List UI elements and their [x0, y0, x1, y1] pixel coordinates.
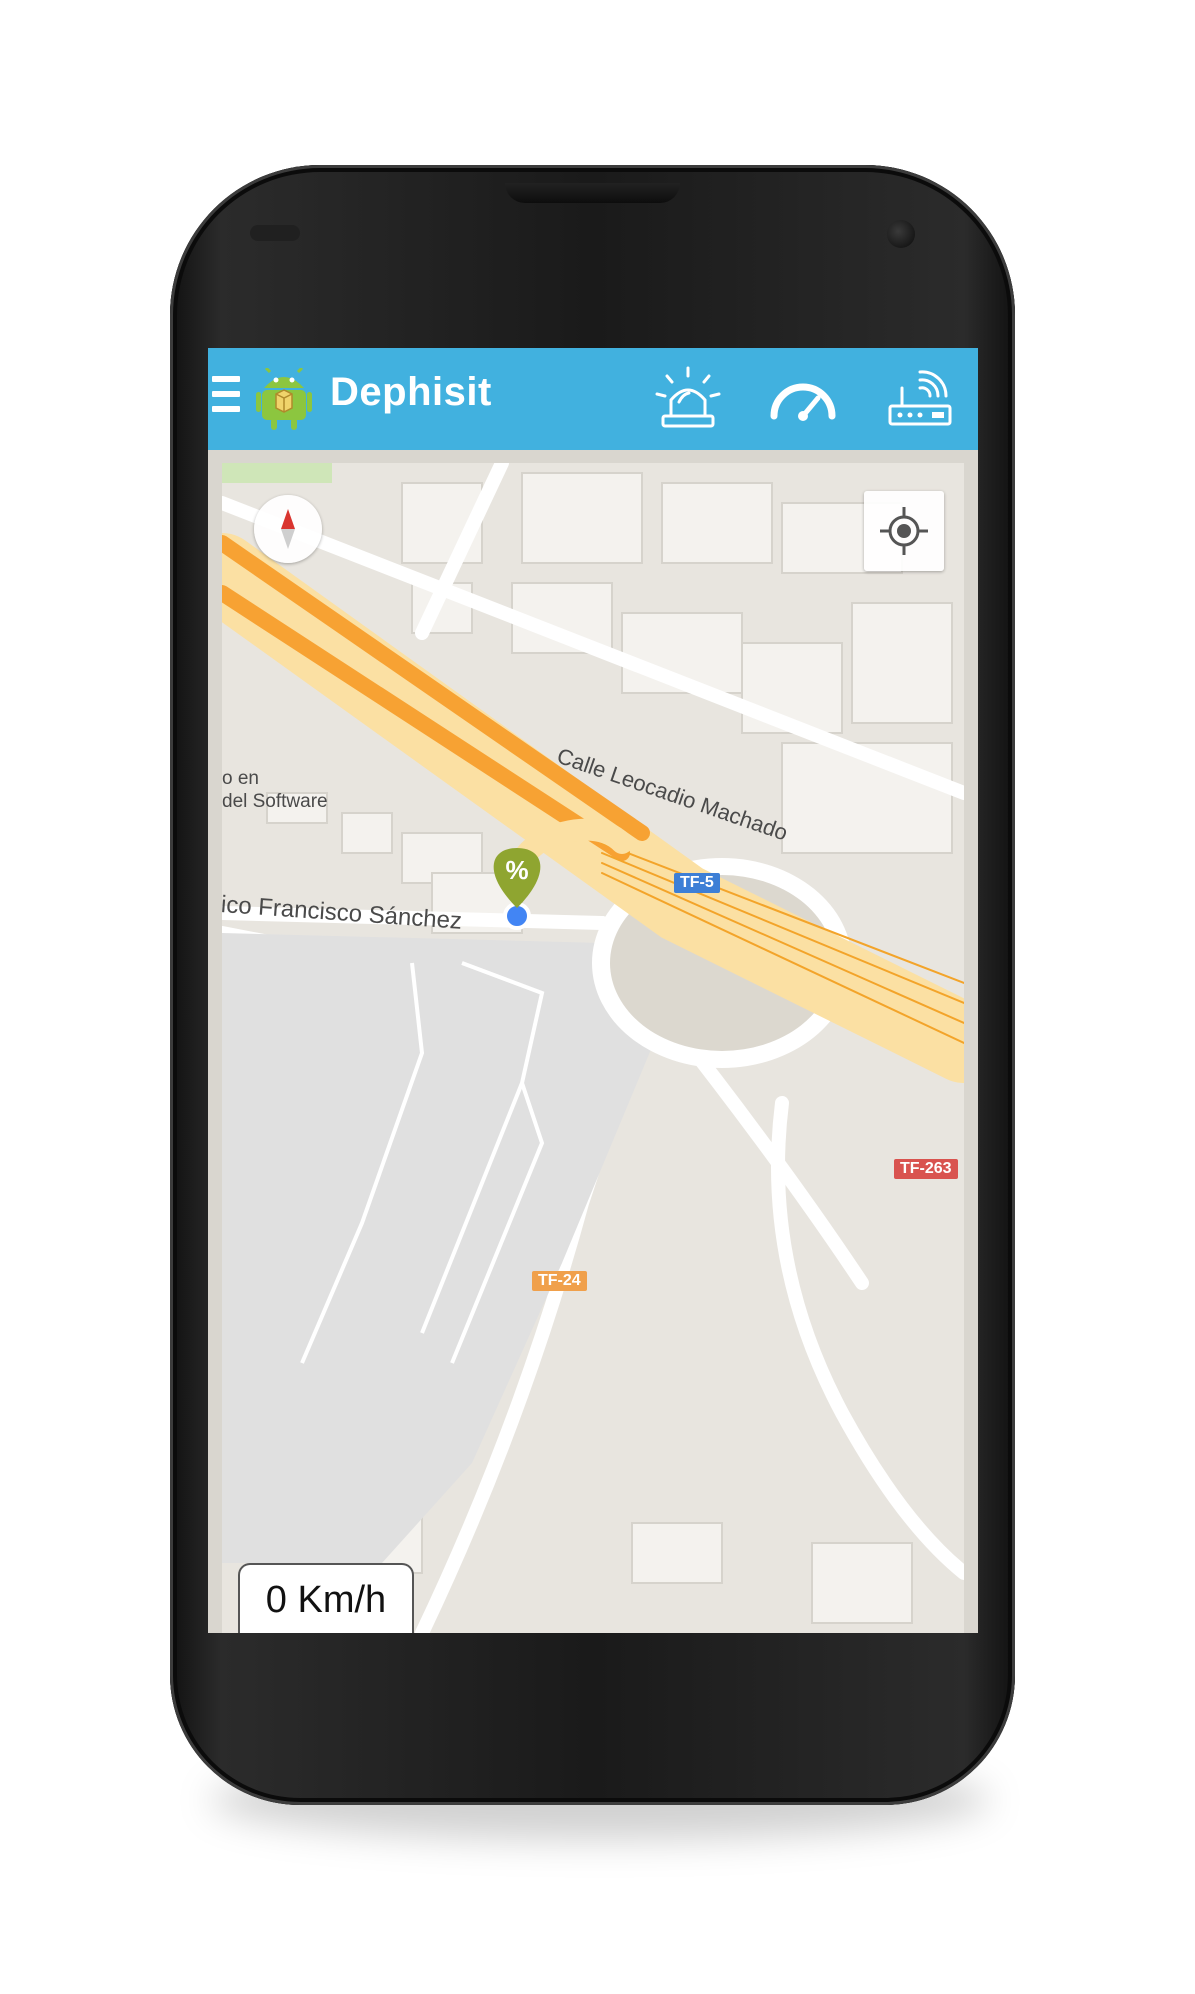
- poi-label-line1: o en: [222, 768, 259, 789]
- android-icon: [256, 368, 312, 430]
- screen: Dephisit Calle Leocadio Machado ico Fran…: [208, 348, 978, 1633]
- speedometer-icon[interactable]: [768, 366, 838, 432]
- action-bar: Dephisit: [208, 348, 978, 450]
- phone-frame: Dephisit Calle Leocadio Machado ico Fran…: [170, 165, 1015, 1805]
- percent-marker[interactable]: %: [499, 855, 535, 886]
- app-title: Dephisit: [330, 370, 492, 414]
- front-camera: [887, 220, 915, 248]
- hamburger-icon[interactable]: [212, 376, 240, 420]
- compass-button[interactable]: [254, 495, 322, 563]
- crosshair-icon: [880, 507, 928, 555]
- map-canvas: [222, 463, 964, 1633]
- map-view[interactable]: Calle Leocadio Machado ico Francisco Sán…: [222, 463, 964, 1633]
- router-wifi-icon[interactable]: [886, 366, 956, 432]
- my-location-button[interactable]: [864, 491, 944, 571]
- sensor: [250, 225, 300, 241]
- road-shield-tf24: TF-24: [532, 1271, 587, 1291]
- poi-label-line2: del Software: [222, 791, 328, 812]
- alarm-light-icon[interactable]: [653, 366, 723, 432]
- earpiece: [505, 183, 680, 203]
- speed-display: 0 Km/h: [238, 1563, 414, 1633]
- road-shield-tf263: TF-263: [894, 1159, 958, 1179]
- compass-icon: [281, 509, 295, 549]
- road-shield-tf5: TF-5: [674, 873, 720, 893]
